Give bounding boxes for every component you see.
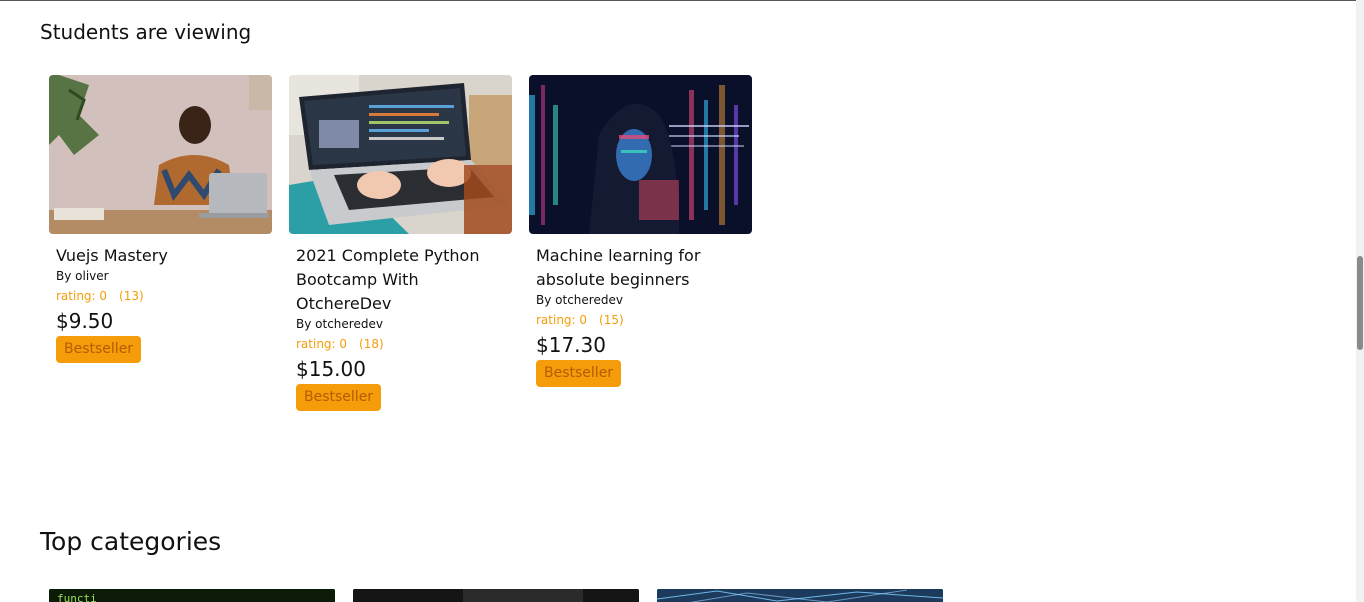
vertical-scrollbar[interactable]: [1356, 0, 1364, 602]
rating-count: (18): [359, 337, 384, 351]
course-author: By otcheredev: [296, 317, 383, 331]
course-rating: rating: 0 (13): [56, 284, 272, 308]
course-price: $17.30: [536, 333, 606, 357]
section-title-students-viewing: Students are viewing: [40, 20, 252, 44]
rating-text: rating: 0: [536, 313, 588, 327]
course-title[interactable]: Machine learning for absolute beginners: [536, 244, 752, 292]
bestseller-badge: Bestseller: [296, 384, 382, 411]
course-card[interactable]: Machine learning for absolute beginners …: [529, 75, 752, 387]
network-photo: [657, 589, 943, 602]
course-rating: rating: 0 (15): [536, 308, 752, 332]
course-rating: rating: 0 (18): [296, 332, 512, 356]
man-laptop-photo: [49, 75, 272, 234]
course-thumbnail-man-laptop[interactable]: [49, 75, 272, 234]
rating-count: (15): [599, 313, 624, 327]
hooded-figure-data-photo: [529, 75, 752, 234]
course-thumbnail-hooded-figure[interactable]: [529, 75, 752, 234]
category-card-network[interactable]: [657, 588, 943, 602]
rating-text: rating: 0: [56, 289, 108, 303]
rating-text: rating: 0: [296, 337, 348, 351]
dark-photo: [353, 589, 639, 602]
code-screen-photo: functi: [49, 589, 335, 602]
course-author: By otcheredev: [536, 293, 623, 307]
section-title-top-categories: Top categories: [40, 527, 222, 556]
course-price: $15.00: [296, 357, 366, 381]
course-price: $9.50: [56, 309, 114, 333]
top-border: [0, 0, 1356, 1]
category-card-code[interactable]: functi: [49, 588, 335, 602]
scrollbar-thumb[interactable]: [1357, 256, 1363, 350]
course-card[interactable]: 2021 Complete Python Bootcamp With Otche…: [289, 75, 512, 411]
course-thumbnail-laptop-code[interactable]: [289, 75, 512, 234]
category-card-dark[interactable]: [353, 588, 639, 602]
laptop-code-photo: [289, 75, 512, 234]
course-author: By oliver: [56, 269, 109, 283]
course-title[interactable]: 2021 Complete Python Bootcamp With Otche…: [296, 244, 512, 316]
code-text: functi: [57, 592, 97, 602]
rating-count: (13): [119, 289, 144, 303]
course-card[interactable]: Vuejs Mastery By oliver rating: 0 (13) $9…: [49, 75, 272, 363]
bestseller-badge: Bestseller: [56, 336, 142, 363]
bestseller-badge: Bestseller: [536, 360, 622, 387]
course-title[interactable]: Vuejs Mastery: [56, 244, 272, 268]
